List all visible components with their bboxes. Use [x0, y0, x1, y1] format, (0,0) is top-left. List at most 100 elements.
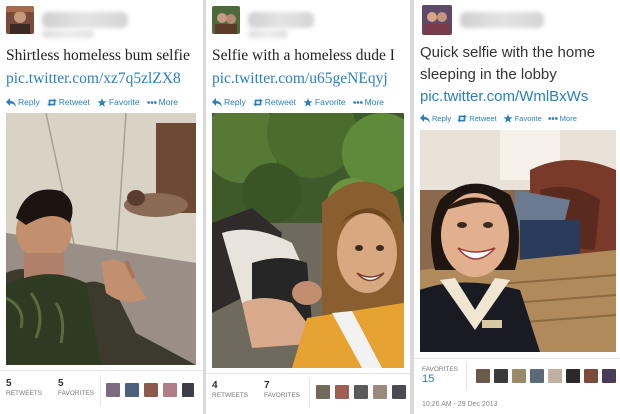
retweet-label: Retweet: [58, 97, 90, 107]
tweet-stats: FAVORITES 15: [414, 358, 620, 394]
reply-button[interactable]: Reply: [212, 97, 246, 107]
more-dots-icon: [548, 117, 558, 120]
user-avatar[interactable]: [422, 5, 452, 35]
tweet-actions: Reply Retweet Favorite More: [212, 97, 384, 107]
reply-icon: [420, 114, 430, 123]
tweet-card-1: Shirtless homeless bum selfie pic.twitte…: [0, 0, 203, 414]
tweet-stats: 5 RETWEETS 5 FAVORITES: [0, 370, 203, 414]
tweet-photo-link[interactable]: pic.twitter.com/WmlBxWs: [420, 88, 620, 105]
favoriter-avatar[interactable]: [106, 383, 120, 397]
retweet-count-label: RETWEETS: [212, 392, 249, 399]
more-label: More: [158, 97, 179, 107]
tweet-stats: 4 RETWEETS 7 FAVORITES: [206, 373, 410, 414]
favorite-button[interactable]: Favorite: [503, 114, 542, 123]
reply-icon: [6, 97, 16, 107]
favoriter-avatar[interactable]: [530, 369, 544, 383]
user-avatar[interactable]: [212, 6, 240, 34]
favorite-star-icon: [503, 114, 513, 123]
favoriter-avatar[interactable]: [144, 383, 158, 397]
stats-divider: [466, 363, 467, 389]
tweet-card-2: Selfie with a homeless dude I pic.twitte…: [206, 0, 410, 414]
tweet-timestamp[interactable]: 10:26 AM - 29 Dec 2013: [422, 401, 498, 408]
more-label: More: [364, 97, 385, 107]
retweet-button[interactable]: Retweet: [252, 97, 296, 107]
tweet-photo[interactable]: [212, 113, 404, 368]
favorite-count-label: FAVORITES: [422, 366, 458, 373]
tweet-photo-link[interactable]: pic.twitter.com/u65geNEqyj: [212, 70, 410, 88]
more-button[interactable]: More: [548, 114, 577, 123]
stats-divider: [309, 378, 310, 408]
favoriter-avatar[interactable]: [163, 383, 177, 397]
favorite-count[interactable]: FAVORITES 15: [422, 365, 458, 385]
tweet-photo[interactable]: [420, 130, 616, 352]
favoriter-avatar[interactable]: [354, 385, 368, 399]
blurred-username: [460, 12, 544, 28]
reply-icon: [212, 97, 222, 107]
favoriter-avatar[interactable]: [566, 369, 580, 383]
favorite-count-label: FAVORITES: [58, 390, 94, 397]
tweet-text: Shirtless homeless bum selfie: [6, 47, 190, 64]
tweet-photo[interactable]: [6, 113, 196, 365]
favorite-label: Favorite: [108, 97, 140, 107]
blurred-handle: [42, 30, 94, 38]
favoriter-avatar[interactable]: [125, 383, 139, 397]
favoriter-avatar[interactable]: [584, 369, 598, 383]
reply-label: Reply: [432, 114, 452, 123]
favoriter-avatar[interactable]: [602, 369, 616, 383]
tweet-actions: Reply Retweet Favorite More: [6, 97, 178, 107]
more-dots-icon: [352, 100, 363, 104]
favorite-label: Favorite: [514, 114, 542, 123]
retweet-count-value: 5: [6, 378, 12, 389]
favoriter-avatar[interactable]: [392, 385, 406, 399]
favorite-star-icon: [303, 97, 313, 107]
retweet-count[interactable]: 5 RETWEETS: [6, 378, 42, 397]
retweet-label: Retweet: [469, 114, 497, 123]
more-label: More: [559, 114, 577, 123]
retweet-button[interactable]: Retweet: [457, 114, 497, 123]
retweet-count-label: RETWEETS: [6, 390, 43, 397]
favorite-label: Favorite: [314, 97, 346, 107]
retweet-label: Retweet: [264, 97, 296, 107]
blurred-username: [42, 12, 128, 28]
favorite-count[interactable]: 7 FAVORITES: [264, 380, 300, 399]
favorite-star-icon: [97, 97, 107, 107]
tweet-text-line-1: Quick selfie with the home: [420, 44, 596, 61]
tweet-card-3: Quick selfie with the home sleeping in t…: [414, 0, 620, 414]
tweet-photo-link[interactable]: pic.twitter.com/xz7q5zlZX8: [6, 70, 203, 88]
retweet-button[interactable]: Retweet: [46, 97, 90, 107]
retweet-icon: [252, 98, 263, 106]
favorite-count-label: FAVORITES: [264, 392, 300, 399]
tweet-actions: Reply Retweet Favorite More: [420, 114, 577, 123]
reply-label: Reply: [18, 97, 40, 107]
reply-button[interactable]: Reply: [420, 114, 451, 123]
favoriter-avatar[interactable]: [512, 369, 526, 383]
reply-button[interactable]: Reply: [6, 97, 40, 107]
reply-label: Reply: [224, 97, 246, 107]
favorite-button[interactable]: Favorite: [97, 97, 140, 107]
favoriter-avatar[interactable]: [316, 385, 330, 399]
blurred-username: [248, 12, 314, 28]
favoriter-avatar[interactable]: [373, 385, 387, 399]
favoriter-avatar[interactable]: [476, 369, 490, 383]
tweet-text: Selfie with a homeless dude I: [212, 47, 395, 64]
favorite-count-value: 15: [422, 373, 435, 385]
favoriter-avatar[interactable]: [548, 369, 562, 383]
favorite-button[interactable]: Favorite: [303, 97, 346, 107]
favorite-count-value: 7: [264, 380, 270, 391]
retweet-count-value: 4: [212, 380, 218, 391]
retweet-icon: [457, 114, 468, 123]
blurred-handle: [248, 30, 288, 38]
favorite-count-value: 5: [58, 378, 64, 389]
stats-divider: [100, 375, 101, 405]
favoriter-avatar[interactable]: [335, 385, 349, 399]
more-dots-icon: [146, 100, 157, 104]
retweet-count[interactable]: 4 RETWEETS: [212, 380, 248, 399]
retweet-icon: [46, 98, 57, 106]
more-button[interactable]: More: [352, 97, 385, 107]
more-button[interactable]: More: [146, 97, 179, 107]
user-avatar[interactable]: [6, 6, 34, 34]
tweet-text-line-2: sleeping in the lobby: [420, 66, 557, 83]
favorite-count[interactable]: 5 FAVORITES: [58, 378, 94, 397]
favoriter-avatar[interactable]: [494, 369, 508, 383]
favoriter-avatar[interactable]: [182, 383, 194, 397]
